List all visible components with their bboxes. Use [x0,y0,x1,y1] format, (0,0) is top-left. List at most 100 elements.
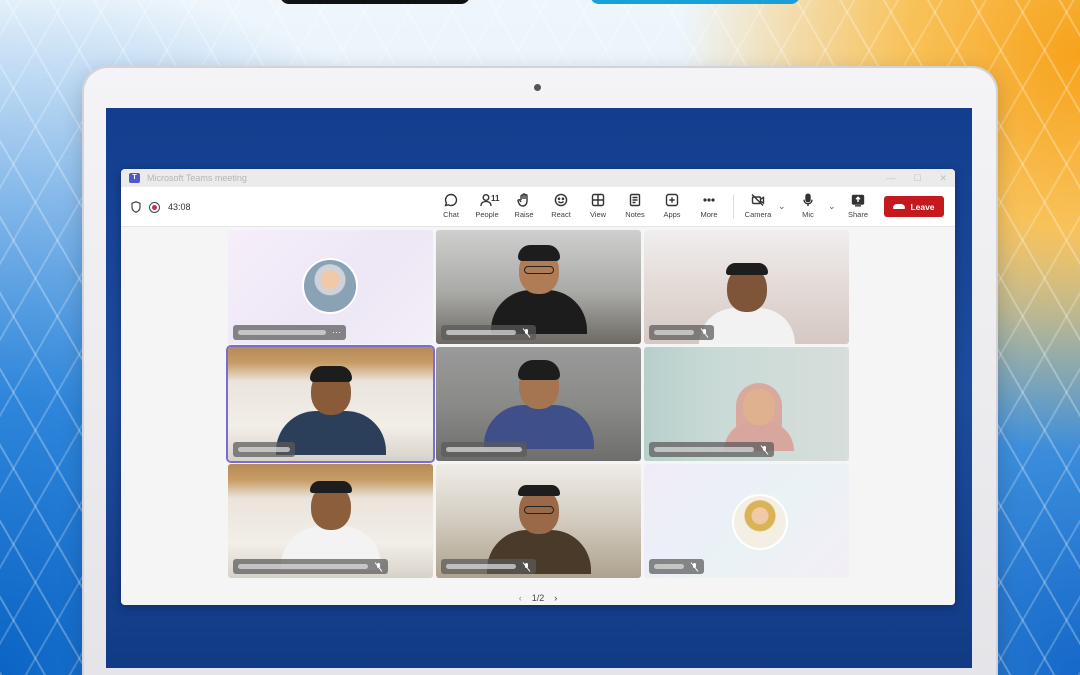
chat-icon [444,193,458,207]
meeting-toolbar: 43:08 Chat 11 People Raise React View No… [121,187,955,227]
react-button[interactable]: React [543,193,579,223]
blurred-participant-name [654,447,754,452]
share-button[interactable]: Share [840,193,876,223]
participant-tile[interactable] [644,464,849,578]
participant-video [490,245,587,334]
mic-muted-icon [522,561,531,572]
more-button[interactable]: More [691,193,727,223]
react-icon [554,193,568,207]
previous-page-icon[interactable]: ‹ [519,593,522,603]
apps-icon [665,193,679,207]
participant-tile[interactable] [436,230,641,344]
participant-name-tag [233,559,388,574]
brand-logo-blue [590,0,800,4]
blurred-participant-name [238,330,326,335]
close-icon[interactable]: ✕ [939,173,947,184]
blurred-participant-name [446,330,516,335]
view-button[interactable]: View [580,193,616,223]
raise-label: Raise [514,210,534,219]
mic-muted-icon [690,561,699,572]
notes-button[interactable]: Notes [617,193,653,223]
raise-hand-button[interactable]: Raise [506,193,542,223]
more-options-icon[interactable]: ··· [332,328,341,337]
webcam-dot [534,84,541,91]
participant-name-tag [441,559,536,574]
laptop-frame: T Microsoft Teams meeting — ☐ ✕ 43:08 Ch… [82,66,998,675]
more-label: More [700,210,718,219]
participant-tile[interactable] [436,464,641,578]
teams-logo-icon: T [129,173,140,183]
participant-tile[interactable] [644,347,849,461]
next-page-icon[interactable]: › [554,593,557,603]
participant-tile-active-speaker[interactable] [228,347,433,461]
title-bar: T Microsoft Teams meeting — ☐ ✕ [121,169,955,187]
view-icon [591,193,605,207]
mic-button[interactable]: Mic [790,193,826,223]
page-indicator: 1/2 [531,593,545,603]
chat-button[interactable]: Chat [433,193,469,223]
participant-tile[interactable]: ··· [228,230,433,344]
participant-name-tag [441,442,527,457]
maximize-icon[interactable]: ☐ [913,173,921,184]
hang-up-icon [893,204,906,209]
mic-icon [803,193,813,206]
blurred-participant-name [654,330,694,335]
participant-name-tag: ··· [233,325,346,340]
participant-tile[interactable] [228,464,433,578]
camera-button[interactable]: Camera [740,193,776,223]
shield-icon [131,201,141,213]
blurred-participant-name [446,447,522,452]
leave-label: Leave [910,201,935,212]
leave-button[interactable]: Leave [884,196,944,217]
blurred-participant-name [238,447,290,452]
people-count-badge: 11 [491,194,500,203]
gallery-pager: ‹ 1/2 › [121,593,955,603]
chat-label: Chat [443,210,459,219]
camera-off-icon [751,194,765,206]
participant-tile[interactable] [644,230,849,344]
meeting-timer: 43:08 [168,202,191,212]
camera-label: Camera [744,210,772,219]
participant-avatar [302,258,358,314]
people-label: People [475,210,499,219]
blurred-participant-name [238,564,368,569]
share-icon [851,194,865,207]
meeting-status: 43:08 [131,201,191,213]
minimize-icon[interactable]: — [886,173,895,184]
more-icon [703,198,715,202]
view-label: View [589,210,607,219]
participant-name-tag [233,442,295,457]
share-label: Share [847,210,868,219]
mic-muted-icon [760,444,769,455]
apps-button[interactable]: Apps [654,193,690,223]
mic-muted-icon [700,327,709,338]
brand-logo-dark [280,0,470,4]
video-gallery: ··· ‹ 1/2 › [121,227,955,605]
participant-tile[interactable] [436,347,641,461]
blurred-participant-name [654,564,684,569]
recording-icon [149,201,160,213]
window-title: Microsoft Teams meeting [147,173,247,183]
teams-meeting-window: T Microsoft Teams meeting — ☐ ✕ 43:08 Ch… [121,169,955,605]
mic-options-chevron-icon[interactable]: ⌄ [828,201,836,212]
participant-video [483,360,594,449]
mic-label: Mic [802,210,814,219]
toolbar-divider [733,195,734,219]
mic-muted-icon [522,327,531,338]
participant-name-tag [649,559,704,574]
notes-icon [629,193,641,207]
participant-name-tag [649,442,774,457]
notes-label: Notes [625,210,645,219]
raise-hand-icon [517,193,528,207]
apps-label: Apps [663,210,681,219]
participant-name-tag [441,325,536,340]
participant-video [280,481,381,570]
mic-muted-icon [374,561,383,572]
people-button[interactable]: 11 People [469,193,505,223]
laptop-screen: T Microsoft Teams meeting — ☐ ✕ 43:08 Ch… [106,108,972,668]
blurred-participant-name [446,564,516,569]
participant-avatar [732,494,788,550]
react-label: React [551,210,571,219]
camera-options-chevron-icon[interactable]: ⌄ [778,201,786,212]
participant-name-tag [649,325,714,340]
